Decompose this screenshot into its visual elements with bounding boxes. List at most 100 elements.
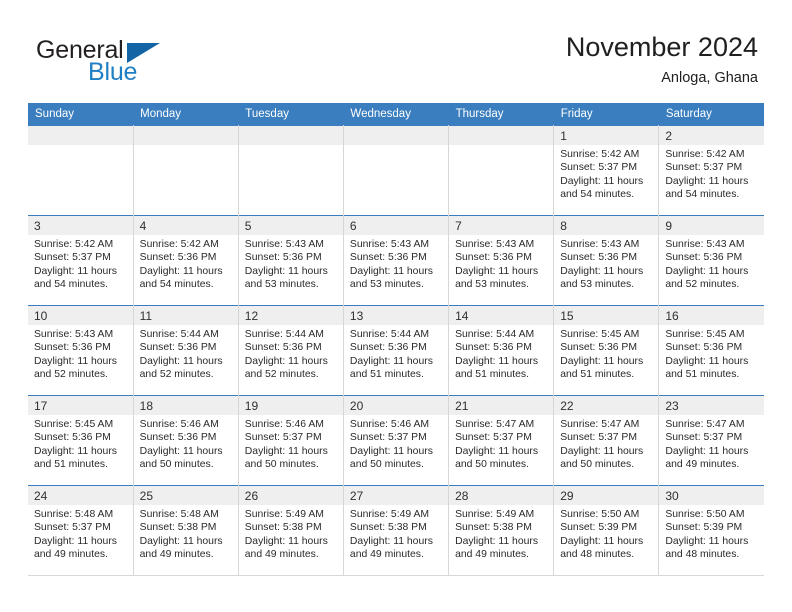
- calendar-day-cell[interactable]: 1 Sunrise: 5:42 AM Sunset: 5:37 PM Daylight…: [553, 125, 660, 216]
- calendar-week-row: 10 Sunrise: 5:43 AM Sunset: 5:36 PM Dayligh…: [28, 305, 764, 396]
- calendar-day-cell[interactable]: 7 Sunrise: 5:43 AM Sunset: 5:36 PM Daylight…: [448, 215, 555, 306]
- calendar-day-cell[interactable]: 19 Sunrise: 5:46 AM Sunset: 5:37 PM Dayligh…: [238, 395, 344, 486]
- sunset-time: Sunset: 5:39 PM: [560, 522, 638, 534]
- daylight-duration-line2: and 50 minutes.: [349, 459, 424, 471]
- day-details: Sunrise: 5:43 AM Sunset: 5:36 PM Daylight:…: [449, 235, 553, 292]
- calendar-day-cell[interactable]: 16 Sunrise: 5:45 AM Sunset: 5:36 PM Dayligh…: [658, 305, 764, 396]
- sunset-time: Sunset: 5:39 PM: [665, 522, 743, 534]
- day-details: Sunrise: 5:43 AM Sunset: 5:36 PM Daylight:…: [28, 325, 133, 382]
- sunrise-time: Sunrise: 5:47 AM: [665, 419, 745, 430]
- day-details: Sunrise: 5:48 AM Sunset: 5:37 PM Daylight:…: [28, 505, 133, 562]
- calendar-body: 1 Sunrise: 5:42 AM Sunset: 5:37 PM Daylight…: [28, 125, 764, 576]
- day-number: 14: [455, 309, 469, 323]
- day-details: Sunrise: 5:42 AM Sunset: 5:37 PM Daylight:…: [28, 235, 133, 292]
- calendar-day-cell[interactable]: 4 Sunrise: 5:42 AM Sunset: 5:36 PM Daylight…: [133, 215, 239, 306]
- calendar-day-cell[interactable]: 29 Sunrise: 5:50 AM Sunset: 5:39 PM Dayligh…: [553, 485, 660, 576]
- sunrise-time: Sunrise: 5:43 AM: [34, 329, 114, 340]
- sunset-time: Sunset: 5:37 PM: [665, 432, 743, 444]
- sunset-time: Sunset: 5:38 PM: [455, 522, 532, 534]
- sunrise-time: Sunrise: 5:47 AM: [455, 419, 535, 430]
- daylight-duration-line2: and 52 minutes.: [139, 369, 214, 381]
- calendar-day-cell[interactable]: 9 Sunrise: 5:43 AM Sunset: 5:36 PM Daylight…: [658, 215, 764, 306]
- calendar-day-cell[interactable]: 11 Sunrise: 5:44 AM Sunset: 5:36 PM Dayligh…: [133, 305, 239, 396]
- sunset-time: Sunset: 5:36 PM: [139, 252, 217, 264]
- daylight-duration-line2: and 54 minutes.: [560, 189, 635, 201]
- sunrise-time: Sunrise: 5:42 AM: [139, 239, 219, 250]
- daylight-duration-line1: Daylight: 11 hours: [349, 355, 433, 367]
- day-number-band: 19: [238, 396, 343, 415]
- day-details: Sunrise: 5:46 AM Sunset: 5:37 PM Daylight:…: [239, 415, 343, 472]
- calendar-day-cell[interactable]: 24 Sunrise: 5:48 AM Sunset: 5:37 PM Dayligh…: [28, 485, 134, 576]
- calendar-day-cell[interactable]: 26 Sunrise: 5:49 AM Sunset: 5:38 PM Dayligh…: [238, 485, 344, 576]
- calendar-day-cell[interactable]: 25 Sunrise: 5:48 AM Sunset: 5:38 PM Dayligh…: [133, 485, 239, 576]
- daylight-duration-line1: Daylight: 11 hours: [349, 535, 433, 547]
- sunset-time: Sunset: 5:36 PM: [139, 342, 217, 354]
- calendar-day-cell[interactable]: 21 Sunrise: 5:47 AM Sunset: 5:37 PM Dayligh…: [448, 395, 555, 486]
- calendar-day-cell[interactable]: 14 Sunrise: 5:44 AM Sunset: 5:36 PM Dayligh…: [448, 305, 555, 396]
- day-number-band: 22: [554, 396, 659, 415]
- calendar-day-cell[interactable]: 18 Sunrise: 5:46 AM Sunset: 5:36 PM Dayligh…: [133, 395, 239, 486]
- calendar-day-cell[interactable]: 22 Sunrise: 5:47 AM Sunset: 5:37 PM Dayligh…: [553, 395, 660, 486]
- day-number: 20: [349, 399, 364, 413]
- calendar-day-cell[interactable]: 12 Sunrise: 5:44 AM Sunset: 5:36 PM Dayligh…: [238, 305, 344, 396]
- sunset-time: Sunset: 5:36 PM: [244, 342, 322, 354]
- logo-text-blue: Blue: [88, 58, 138, 86]
- daylight-duration-line1: Daylight: 11 hours: [560, 265, 644, 277]
- sunset-time: Sunset: 5:37 PM: [455, 432, 532, 444]
- day-details: Sunrise: 5:45 AM Sunset: 5:36 PM Daylight:…: [28, 415, 133, 472]
- day-number-band: 17: [28, 396, 133, 415]
- day-number: 7: [455, 219, 462, 233]
- page-subtitle-location: Anloga, Ghana: [661, 70, 758, 86]
- daylight-duration-line1: Daylight: 11 hours: [560, 355, 644, 367]
- calendar-day-cell[interactable]: 8 Sunrise: 5:43 AM Sunset: 5:36 PM Daylight…: [553, 215, 660, 306]
- calendar-day-cell[interactable]: 23 Sunrise: 5:47 AM Sunset: 5:37 PM Dayligh…: [658, 395, 764, 486]
- calendar-day-cell[interactable]: 15 Sunrise: 5:45 AM Sunset: 5:36 PM Dayligh…: [553, 305, 660, 396]
- day-number: 4: [139, 219, 147, 233]
- day-number-band: 23: [659, 396, 764, 415]
- day-number: 5: [244, 219, 252, 233]
- day-details: Sunrise: 5:50 AM Sunset: 5:39 PM Daylight:…: [659, 505, 764, 562]
- daylight-duration-line1: Daylight: 11 hours: [455, 265, 539, 277]
- day-details: Sunrise: 5:45 AM Sunset: 5:36 PM Daylight:…: [554, 325, 658, 382]
- day-number: 27: [349, 489, 364, 503]
- daylight-duration-line2: and 49 minutes.: [34, 549, 108, 561]
- calendar-day-cell[interactable]: 10 Sunrise: 5:43 AM Sunset: 5:36 PM Dayligh…: [28, 305, 134, 396]
- day-number-band: 27: [343, 486, 449, 505]
- day-details: Sunrise: 5:44 AM Sunset: 5:36 PM Daylight:…: [239, 325, 343, 382]
- daylight-duration-line1: Daylight: 11 hours: [139, 355, 223, 367]
- calendar-day-cell[interactable]: 17 Sunrise: 5:45 AM Sunset: 5:36 PM Dayligh…: [28, 395, 134, 486]
- day-number-band: 7: [449, 216, 554, 235]
- weekday-header-friday: Friday: [553, 103, 659, 126]
- sunrise-time: Sunrise: 5:44 AM: [349, 329, 430, 340]
- day-details: Sunrise: 5:45 AM Sunset: 5:36 PM Daylight:…: [659, 325, 764, 382]
- calendar-day-cell[interactable]: 13 Sunrise: 5:44 AM Sunset: 5:36 PM Dayligh…: [343, 305, 450, 396]
- daylight-duration-line2: and 51 minutes.: [665, 369, 740, 381]
- day-details: Sunrise: 5:47 AM Sunset: 5:37 PM Daylight:…: [659, 415, 764, 472]
- day-number: 1: [560, 129, 567, 143]
- calendar-day-cell[interactable]: 5 Sunrise: 5:43 AM Sunset: 5:36 PM Daylight…: [238, 215, 344, 306]
- page-title: November 2024: [565, 32, 758, 62]
- daylight-duration-line1: Daylight: 11 hours: [560, 175, 644, 187]
- sunrise-time: Sunrise: 5:50 AM: [560, 509, 640, 520]
- calendar-day-cell[interactable]: 6 Sunrise: 5:43 AM Sunset: 5:36 PM Daylight…: [343, 215, 450, 306]
- day-number-band: 25: [133, 486, 238, 505]
- calendar-day-cell[interactable]: 2 Sunrise: 5:42 AM Sunset: 5:37 PM Daylight…: [658, 125, 764, 216]
- calendar-page: General Blue November 2024 Anloga, Ghana…: [0, 0, 792, 612]
- calendar-week-row: 17 Sunrise: 5:45 AM Sunset: 5:36 PM Dayligh…: [28, 395, 764, 486]
- day-number-band: 16: [659, 306, 764, 325]
- day-number: 11: [139, 309, 153, 323]
- calendar-day-cell[interactable]: 20 Sunrise: 5:46 AM Sunset: 5:37 PM Dayligh…: [343, 395, 450, 486]
- calendar-day-cell[interactable]: 30 Sunrise: 5:50 AM Sunset: 5:39 PM Dayligh…: [658, 485, 764, 576]
- general-blue-logo[interactable]: General Blue: [36, 36, 186, 86]
- calendar-day-cell[interactable]: 27 Sunrise: 5:49 AM Sunset: 5:38 PM Dayligh…: [343, 485, 450, 576]
- day-number-band: 3: [28, 216, 133, 235]
- calendar-day-cell[interactable]: 28 Sunrise: 5:49 AM Sunset: 5:38 PM Dayligh…: [448, 485, 555, 576]
- day-number-band: 8: [554, 216, 659, 235]
- day-details: Sunrise: 5:49 AM Sunset: 5:38 PM Daylight:…: [239, 505, 343, 562]
- sunrise-time: Sunrise: 5:47 AM: [560, 419, 640, 430]
- daylight-duration-line2: and 50 minutes.: [244, 459, 319, 471]
- calendar-day-cell[interactable]: 3 Sunrise: 5:42 AM Sunset: 5:37 PM Daylight…: [28, 215, 134, 306]
- sunrise-time: Sunrise: 5:43 AM: [349, 239, 430, 250]
- daylight-duration-line1: Daylight: 11 hours: [244, 355, 328, 367]
- daylight-duration-line2: and 53 minutes.: [244, 279, 319, 291]
